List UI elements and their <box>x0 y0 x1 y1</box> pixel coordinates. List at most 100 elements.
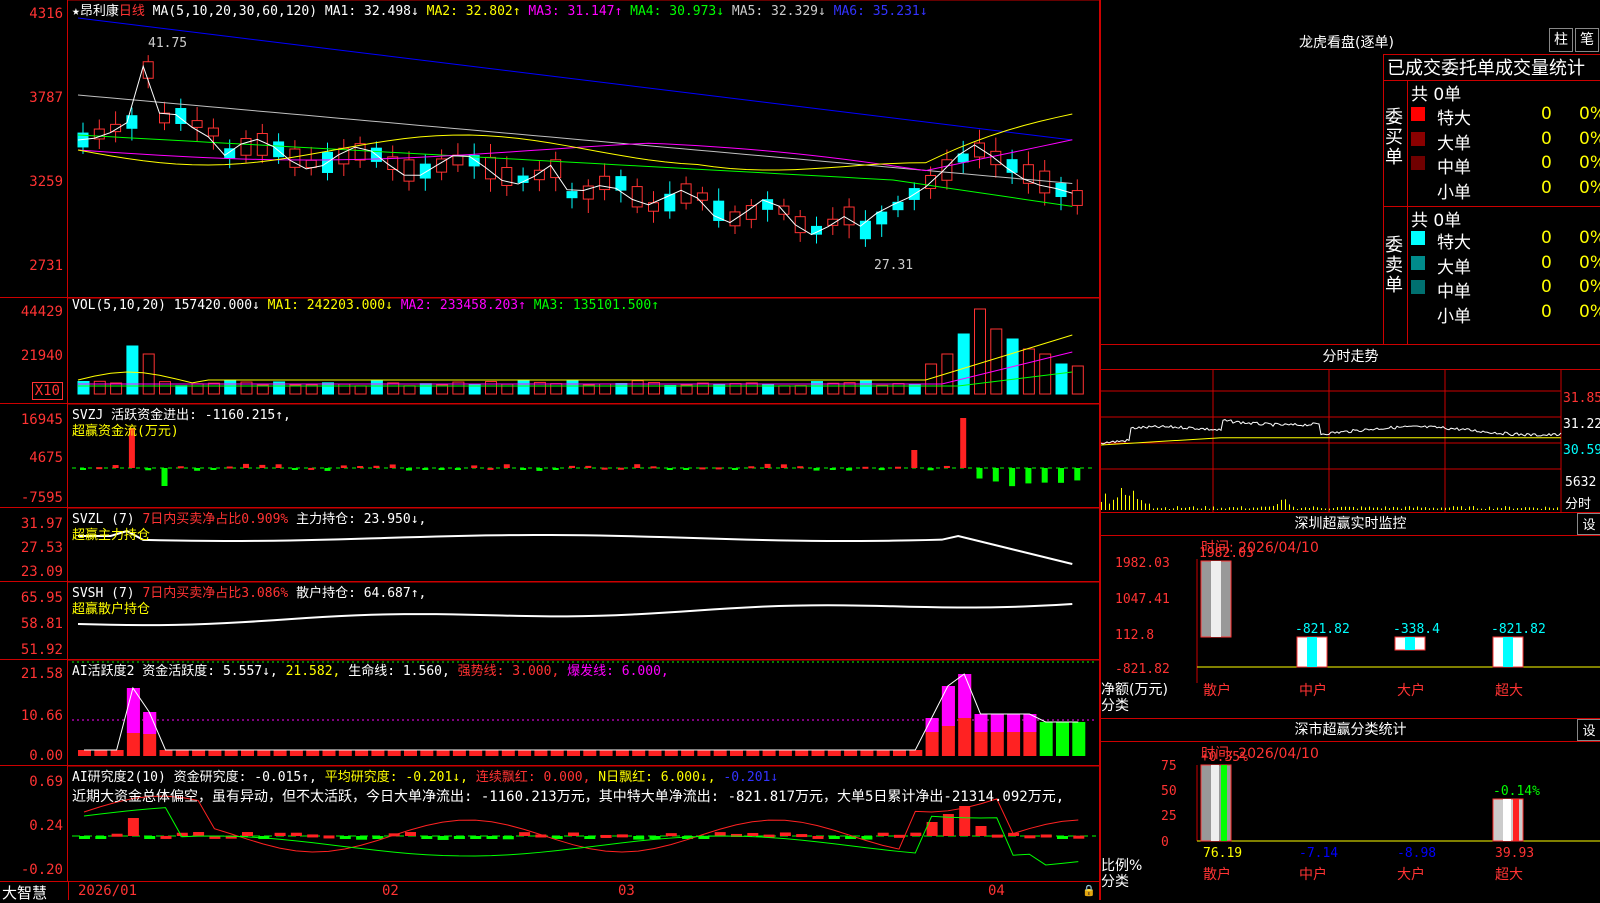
ai2-avg: 平均研究度: -0.201↓, <box>324 770 468 785</box>
svzj-pane[interactable]: 16945 4675 -7595 SVZJ 活跃资金进出: -1160.215↑… <box>0 404 1100 508</box>
research-bar <box>160 835 172 839</box>
fs-vol-bar <box>1397 507 1398 510</box>
volume-bar <box>974 308 986 395</box>
fs-vol-bar <box>1301 507 1302 510</box>
fs-vol-bar <box>1545 506 1546 510</box>
intraday-panel[interactable]: 分时走势 31.85 31.22 30.59 5632 分时 <box>1100 345 1600 513</box>
volume-bar <box>599 383 612 395</box>
sz-class-panel[interactable]: 深市超赢分类统计 设 时间: 2026/04/10 75 50 25 0 +0.35% 7… <box>1100 719 1600 900</box>
fs-vol-bar <box>1313 506 1314 510</box>
ai-research-pane[interactable]: 0.69 0.24 -0.20 AI研究度2(10) 资金研究度: -0.015… <box>0 766 1100 882</box>
flow-bar <box>764 463 771 468</box>
lhb-row: 特大 0 0% <box>1411 104 1600 129</box>
candle-body <box>256 133 268 156</box>
fs-vol-bar <box>1125 494 1126 510</box>
sz-monitor-xlabel: 分类 <box>1101 698 1129 714</box>
sz-bar-core <box>1211 561 1221 637</box>
research-bar <box>193 832 205 836</box>
lhb-row-pct: 0% <box>1579 277 1600 297</box>
stock-name[interactable]: ★昂利康 <box>72 4 119 19</box>
period-label[interactable]: 日线 <box>119 4 145 19</box>
activity-bar <box>860 750 874 756</box>
sz-monitor-panel[interactable]: 深圳超赢实时监控 设 时间: 2026/04/10 1982.03 1047.41… <box>1100 513 1600 719</box>
activity-bar <box>1039 722 1053 756</box>
volume-pane[interactable]: 44429 21940 X10 VOL(5,10,20) 157420.000↓… <box>0 298 1100 404</box>
activity-bar <box>550 750 564 756</box>
flow-bar <box>960 418 967 468</box>
flow-bar <box>552 468 559 470</box>
fs-vol-bar <box>1297 508 1298 510</box>
lhb-row: 大单 0 0% <box>1411 253 1600 278</box>
flow-bar <box>389 464 396 468</box>
research-bar <box>502 836 514 840</box>
activity-bar <box>893 750 906 756</box>
fs-vol-bar <box>1461 506 1462 510</box>
class-bar-value: 76.19 <box>1203 846 1242 861</box>
activity-bar <box>762 750 776 756</box>
activity-bar <box>420 750 434 756</box>
x-axis-bar: 大智慧 2026/01 02 03 04 🔒 <box>0 882 1100 902</box>
research-bar <box>486 836 498 839</box>
fs-vol-bar <box>1229 507 1230 510</box>
kline-pane[interactable]: 4316 3787 3259 2731 ★昂利康日线 MA(5,10,20,30… <box>0 0 1100 298</box>
activity-bar <box>599 750 613 756</box>
fs-vol-bar <box>1257 507 1258 510</box>
activity-bar <box>664 750 678 756</box>
sz-monitor-chart[interactable]: 1982.03 1047.41 112.8 -821.82 1982.03 散户 -821.… <box>1101 513 1600 719</box>
sz-class-chart[interactable]: 75 50 25 0 +0.35% 76.19 散户 -7.14 中户 -8.98 大户 -0.14%… <box>1101 719 1600 900</box>
fs-vol-bar <box>1373 507 1374 510</box>
lhb-row-value: 0 <box>1541 128 1552 149</box>
research-bar <box>144 836 156 839</box>
activity-bar <box>355 750 369 756</box>
fs-vol-bar <box>1377 507 1378 510</box>
flow-bar <box>634 464 641 468</box>
flow-bar <box>471 465 478 468</box>
activity-bar <box>404 750 417 756</box>
bar-mode-button[interactable]: 柱 <box>1549 28 1573 52</box>
activity-bar <box>518 750 532 756</box>
volume-bar <box>224 379 237 395</box>
sz-category: 大户 <box>1397 682 1425 699</box>
lhb-row-label: 大单 <box>1437 133 1471 154</box>
activity-bar <box>306 750 320 756</box>
ai-activity-title: AI活跃度2 资金活跃度: 5.557↓, 21.582, 生命线: 1.560… <box>72 660 669 679</box>
ma4-value: MA4: 30.973↓ <box>630 4 725 19</box>
svzl-pane[interactable]: 31.97 27.53 23.09 SVZL (7) 7日内买卖净占比0.909… <box>0 508 1100 582</box>
lock-icon[interactable]: 🔒 <box>1082 884 1096 897</box>
intraday-chart[interactable] <box>1101 345 1600 513</box>
volume-bar <box>745 382 758 395</box>
svsh-line <box>77 602 1073 627</box>
research-bar <box>79 836 90 839</box>
flow-bar <box>373 465 380 468</box>
fs-vol-bar <box>1205 506 1206 510</box>
activity-bar <box>713 750 727 756</box>
sz-bar-core <box>1503 637 1513 667</box>
vol-def: VOL(5,10,20) <box>72 298 166 313</box>
activity-bar-top <box>941 686 955 726</box>
candle-body <box>305 159 317 169</box>
ai-activity-pane[interactable]: 21.58 10.66 0.00 AI活跃度2 资金活跃度: 5.557↓, 2… <box>0 660 1100 766</box>
volume-bar <box>876 384 889 395</box>
fs-vol-bar <box>1209 508 1210 510</box>
fs-vol-bar <box>1325 508 1326 510</box>
sz-bar-core <box>1307 637 1317 667</box>
svsh-hold: 散户持仓: 64.687↑, <box>296 586 427 601</box>
fs-vol-bar <box>1433 507 1434 510</box>
research-bar <box>991 834 1003 838</box>
svsh-pane[interactable]: 65.95 58.81 51.92 SVSH (7) 7日内买卖净占比3.086… <box>0 582 1100 660</box>
svzl-ratio: 7日内买卖净占比0.909% <box>142 512 289 527</box>
volume-chart[interactable] <box>0 298 1100 404</box>
flow-bar <box>715 467 722 470</box>
class-category: 超大 <box>1495 867 1523 883</box>
x-label: 03 <box>618 883 635 899</box>
fs-vol-bar <box>1233 507 1234 510</box>
fs-vol-bar <box>1329 508 1330 510</box>
research-bar <box>437 836 449 840</box>
volume-bar <box>631 380 644 395</box>
buy-total: 共 0单 <box>1411 85 1462 105</box>
class-bar-value: -8.98 <box>1397 846 1436 861</box>
tick-mode-button[interactable]: 笔 <box>1575 28 1599 52</box>
ma2-value: MA2: 32.802↑ <box>426 4 521 19</box>
candle-body <box>827 218 839 226</box>
fs-vol-bar <box>1245 508 1246 510</box>
